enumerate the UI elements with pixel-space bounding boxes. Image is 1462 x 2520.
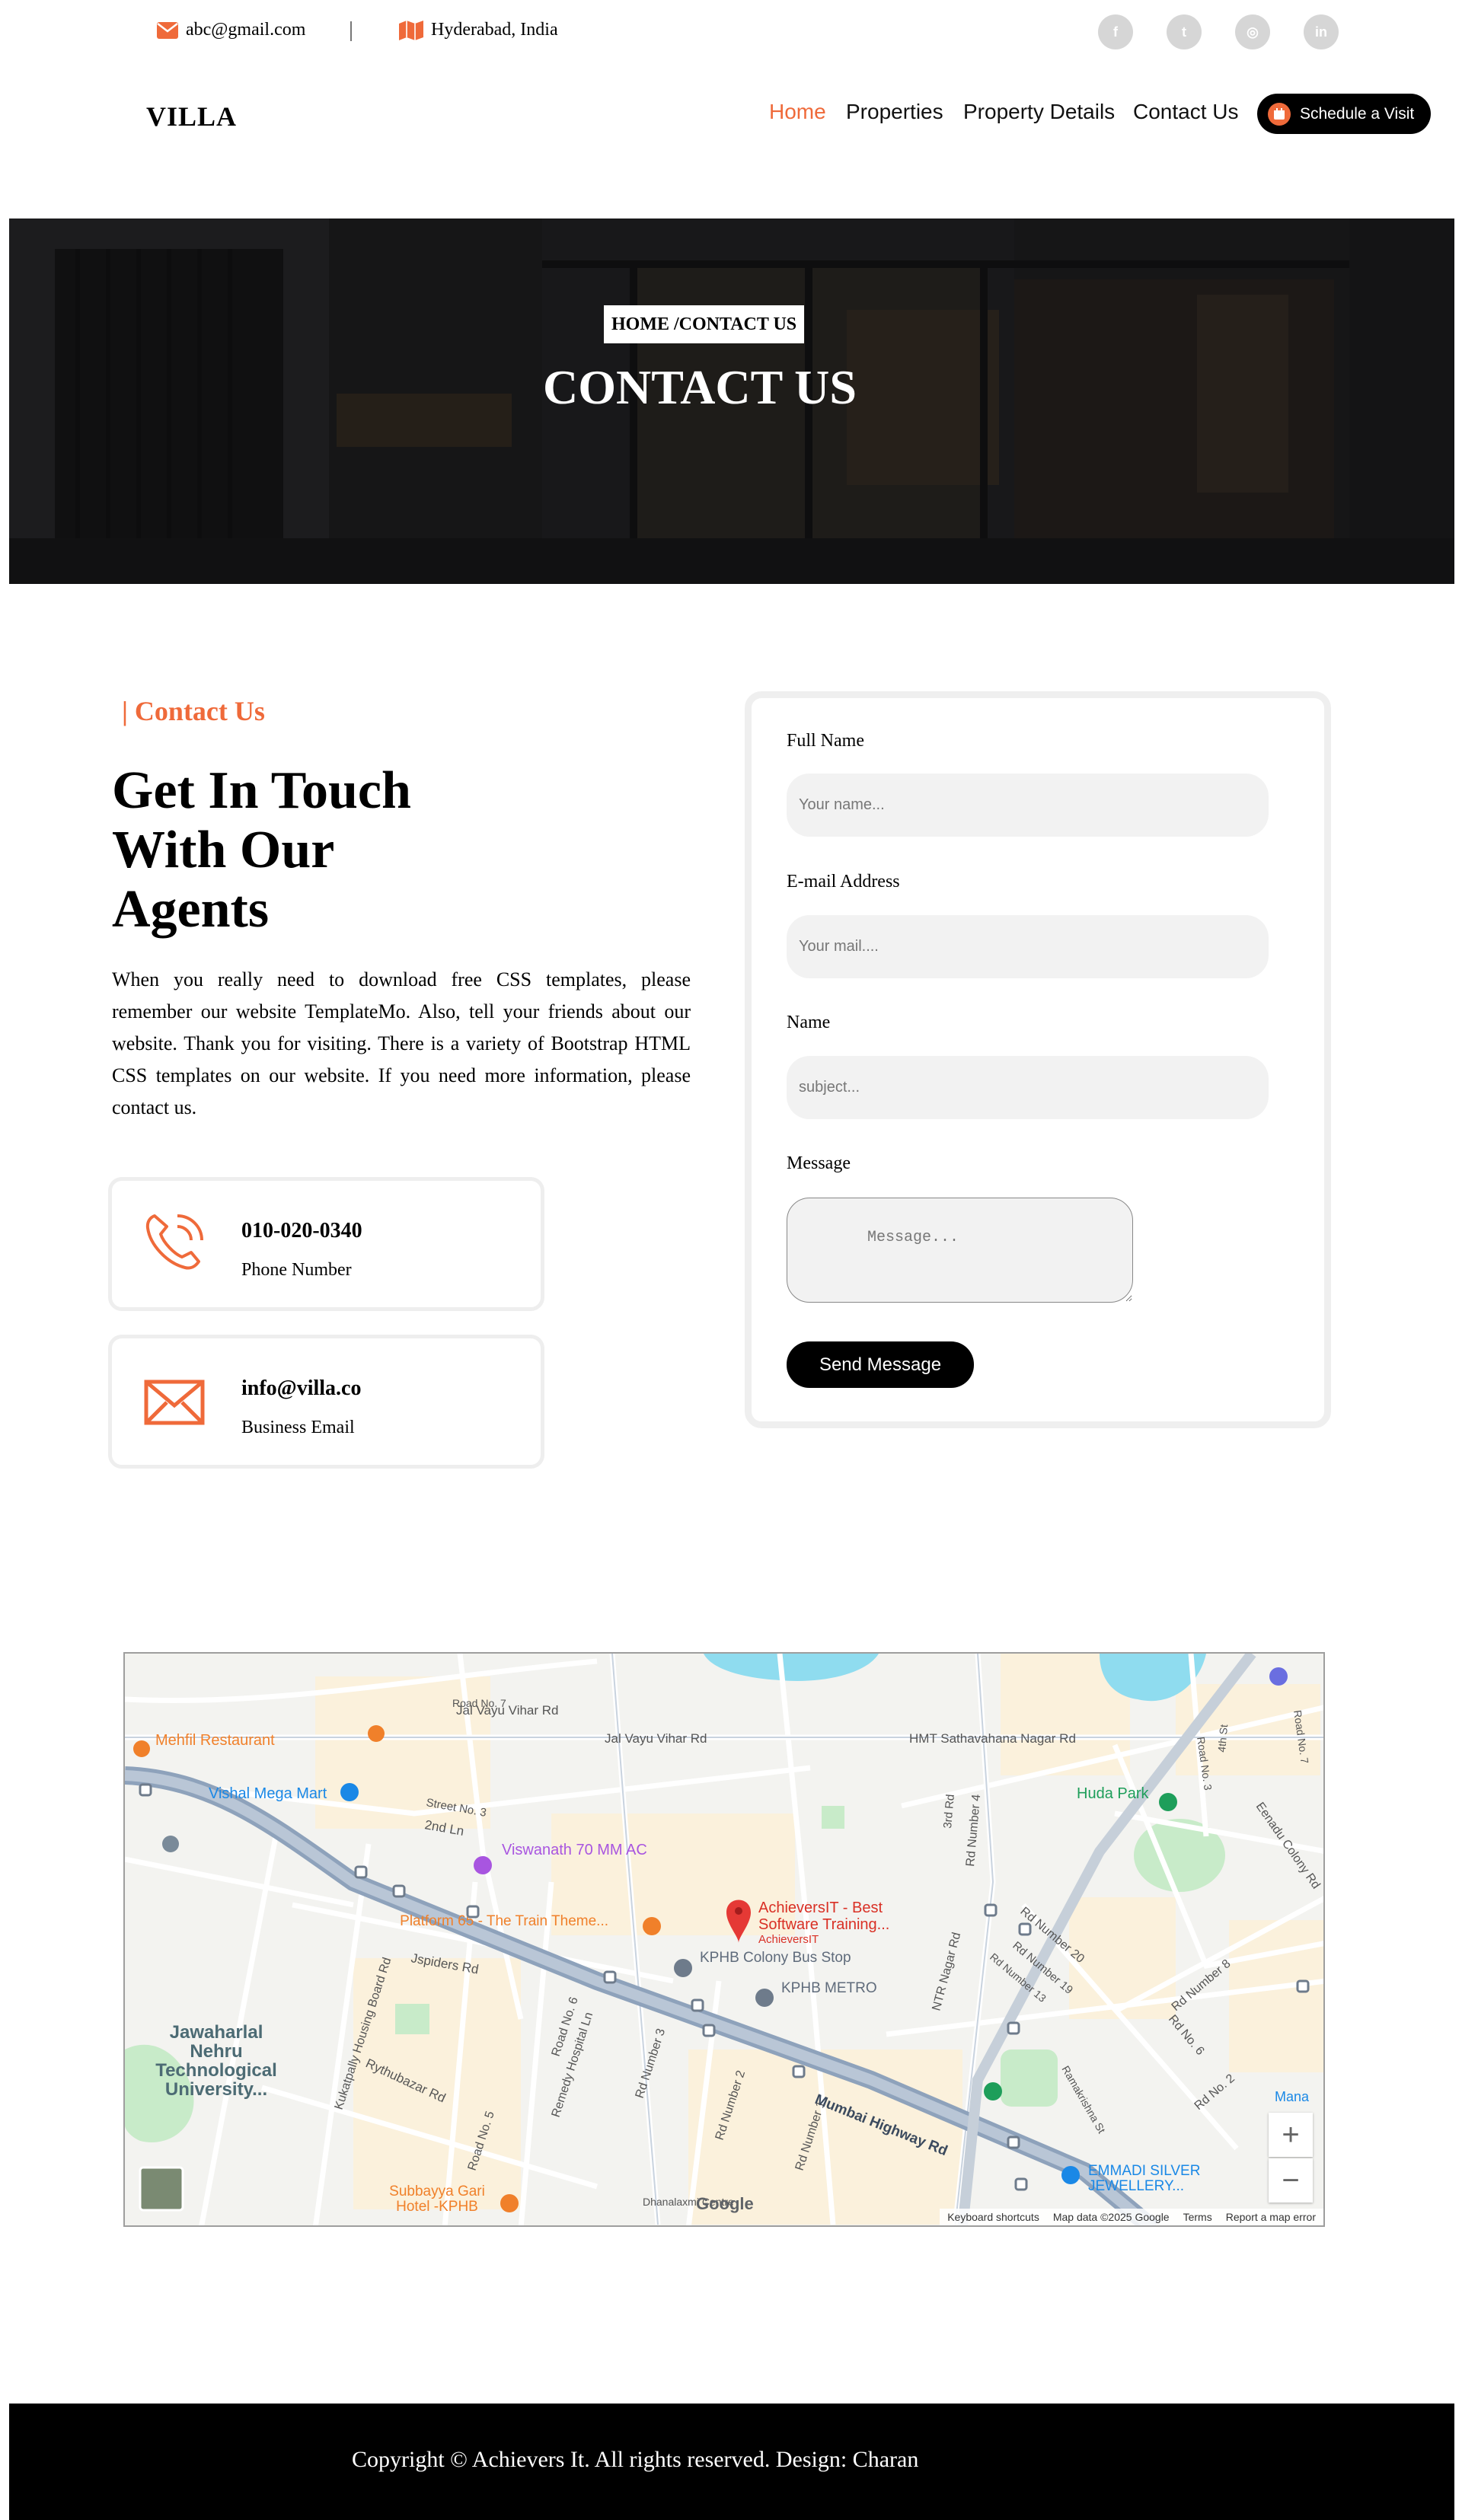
nav-contact-us[interactable]: Contact Us <box>1133 100 1239 124</box>
schedule-visit-label: Schedule a Visit <box>1300 104 1415 123</box>
section-description: When you really need to download free CS… <box>112 968 691 1118</box>
satellite-toggle[interactable] <box>139 2166 184 2212</box>
zoom-in-button[interactable]: + <box>1269 2113 1313 2157</box>
svg-text:AchieversIT: AchieversIT <box>758 1933 819 1946</box>
road-label-road7: Road No. 7 <box>452 1697 506 1709</box>
email-card[interactable]: info@villa.co Business Email <box>108 1335 544 1469</box>
road-label-jal-vayu-2: Jal Vayu Vihar Rd <box>605 1731 707 1746</box>
section-eyebrow: | Contact Us <box>122 696 265 726</box>
terms-link[interactable]: Terms <box>1183 2211 1212 2223</box>
instagram-icon[interactable]: ◎ <box>1235 14 1270 49</box>
phone-card[interactable]: 010-020-0340 Phone Number <box>108 1177 544 1311</box>
hero-breadcrumb: HOME /CONTACT US <box>604 305 805 343</box>
svg-text:Vishal Mega Mart: Vishal Mega Mart <box>209 1785 327 1802</box>
svg-text:Mehfil Restaurant: Mehfil Restaurant <box>155 1732 275 1749</box>
facebook-icon[interactable]: f <box>1098 14 1133 49</box>
svg-text:Technological: Technological <box>155 2060 277 2081</box>
message-label: Message <box>787 1153 851 1173</box>
svg-text:Platform 65 - The Train Theme.: Platform 65 - The Train Theme... <box>400 1913 608 1929</box>
svg-text:University...: University... <box>165 2079 267 2100</box>
site-logo[interactable]: VILLA <box>146 100 237 132</box>
svg-text:Software Training...: Software Training... <box>758 1916 889 1933</box>
svg-text:Huda Park: Huda Park <box>1077 1785 1149 1802</box>
park-icon[interactable] <box>984 2082 1002 2101</box>
svg-text:AchieversIT - Best: AchieversIT - Best <box>758 1900 883 1916</box>
email-label: E-mail Address <box>787 872 900 892</box>
report-error-link[interactable]: Report a map error <box>1226 2211 1316 2223</box>
map-attribution: Keyboard shortcuts Map data ©2025 Google… <box>940 2209 1323 2225</box>
full-name-input[interactable] <box>787 774 1269 837</box>
site-footer: Copyright © Achievers It. All rights res… <box>9 2404 1454 2520</box>
road-label-4th-st: 4th St <box>1215 1724 1230 1753</box>
nav-properties[interactable]: Properties <box>846 100 943 124</box>
location-map[interactable]: Jal Vayu Vihar Rd Jal Vayu Vihar Rd HMT … <box>123 1652 1325 2227</box>
map-icon <box>399 20 423 40</box>
mail-icon <box>144 1380 205 1425</box>
nav-property-details[interactable]: Property Details <box>963 100 1115 124</box>
nav-home[interactable]: Home <box>769 100 826 124</box>
topbar-divider <box>350 21 352 41</box>
map-canvas[interactable]: Jal Vayu Vihar Rd Jal Vayu Vihar Rd HMT … <box>125 1654 1325 2227</box>
envelope-icon <box>157 21 178 39</box>
subject-label: Name <box>787 1013 831 1032</box>
full-name-label: Full Name <box>787 731 864 751</box>
restaurant-icon[interactable] <box>368 1725 385 1742</box>
poi-marker-icon[interactable] <box>162 1836 179 1852</box>
topbar-location-text: Hyderabad, India <box>431 20 558 40</box>
svg-text:KPHB METRO: KPHB METRO <box>781 1980 877 1996</box>
svg-text:KPHB Colony Bus Stop: KPHB Colony Bus Stop <box>700 1950 851 1966</box>
svg-text:Nehru: Nehru <box>190 2041 242 2062</box>
twitter-icon[interactable]: t <box>1167 14 1202 49</box>
business-email[interactable]: info@villa.co <box>241 1376 362 1401</box>
hero-title: CONTACT US <box>543 360 857 414</box>
copyright-text: Copyright © Achievers It. All rights res… <box>352 2447 919 2472</box>
road-label-hmt: HMT Sathavahana Nagar Rd <box>909 1731 1076 1746</box>
message-textarea[interactable] <box>787 1198 1133 1303</box>
send-message-button[interactable]: Send Message <box>787 1341 974 1388</box>
svg-text:Jawaharlal: Jawaharlal <box>170 2022 263 2043</box>
phone-label: Phone Number <box>241 1260 352 1280</box>
phone-number[interactable]: 010-020-0340 <box>241 1219 362 1243</box>
subject-input[interactable] <box>787 1056 1269 1119</box>
topbar-email[interactable]: abc@gmail.com <box>157 20 305 40</box>
linkedin-icon[interactable]: in <box>1304 14 1339 49</box>
zoom-out-button[interactable]: − <box>1269 2158 1313 2203</box>
business-email-label: Business Email <box>241 1418 355 1437</box>
email-input[interactable] <box>787 915 1269 978</box>
svg-text:JEWELLERY...: JEWELLERY... <box>1088 2178 1184 2194</box>
calendar-icon <box>1268 102 1291 126</box>
topbar-email-text: abc@gmail.com <box>186 20 306 40</box>
section-heading: Get In Touch With Our Agents <box>112 761 411 939</box>
map-data-credit: Map data ©2025 Google <box>1052 2211 1170 2223</box>
schedule-visit-button[interactable]: Schedule a Visit <box>1257 94 1431 134</box>
transit-icon[interactable] <box>1269 1667 1288 1686</box>
svg-text:Subbayya Gari: Subbayya Gari <box>389 2183 485 2199</box>
topbar-location[interactable]: Hyderabad, India <box>399 20 558 40</box>
svg-text:EMMADI SILVER: EMMADI SILVER <box>1088 2163 1200 2179</box>
svg-text:Viswanath 70 MM AC: Viswanath 70 MM AC <box>502 1842 647 1858</box>
phone-icon <box>145 1214 203 1270</box>
poi-mana[interactable]: Mana <box>1275 2089 1310 2104</box>
google-logo: Google <box>696 2194 754 2213</box>
svg-text:Hotel -KPHB: Hotel -KPHB <box>396 2199 478 2215</box>
poi-jntu[interactable]: Jawaharlal Nehru Technological Universit… <box>155 2022 277 2100</box>
keyboard-shortcuts-link[interactable]: Keyboard shortcuts <box>947 2211 1039 2223</box>
